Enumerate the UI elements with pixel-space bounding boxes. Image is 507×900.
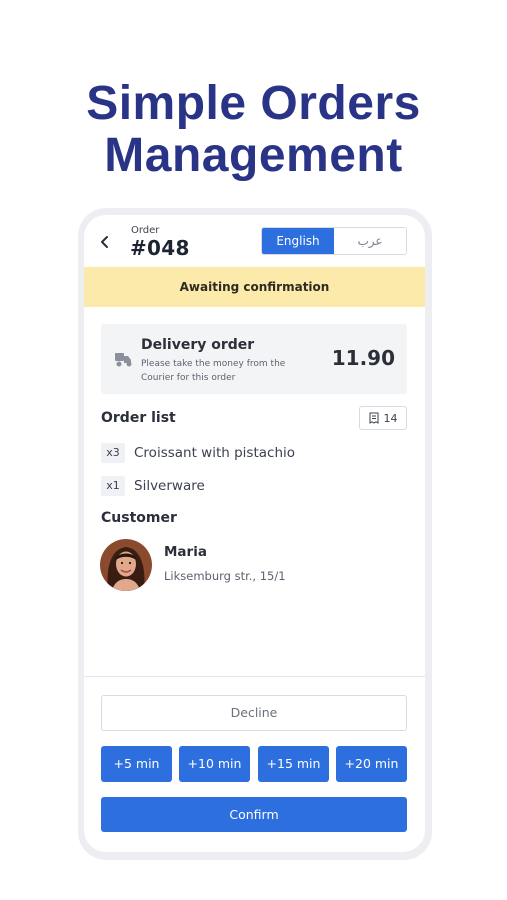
language-option-english[interactable]: English <box>262 228 334 254</box>
order-caption: Order <box>131 225 160 236</box>
item-name: Croissant with pistachio <box>134 445 296 461</box>
add-5-min-button[interactable]: +5 min <box>101 746 172 782</box>
order-item: x1 Silverware <box>101 475 205 497</box>
promo-headline: Simple Orders Management <box>0 78 507 182</box>
order-list-title: Order list <box>101 410 176 426</box>
confirm-button[interactable]: Confirm <box>101 797 407 832</box>
customer-avatar <box>100 539 152 591</box>
status-banner: Awaiting confirmation <box>84 267 425 307</box>
item-quantity: x3 <box>101 443 125 463</box>
customer-title: Customer <box>101 510 177 526</box>
decline-button[interactable]: Decline <box>101 695 407 731</box>
item-name: Silverware <box>134 478 205 494</box>
add-15-min-button[interactable]: +15 min <box>258 746 329 782</box>
customer-name: Maria <box>164 544 207 560</box>
promo-headline-line2: Management <box>104 129 403 182</box>
receipt-badge[interactable]: 14 <box>359 406 407 430</box>
add-20-min-button[interactable]: +20 min <box>336 746 407 782</box>
promo-headline-line1: Simple Orders <box>86 77 421 130</box>
customer-address: Liksemburg str., 15/1 <box>164 569 286 583</box>
language-switch: English عرب <box>261 227 407 255</box>
add-10-min-button[interactable]: +10 min <box>179 746 250 782</box>
order-screen: Order #048 English عرب Awaiting confirma… <box>84 215 425 852</box>
order-header: Order #048 English عرب <box>84 215 425 267</box>
order-amount: 11.90 <box>331 346 395 370</box>
order-item: x3 Croissant with pistachio <box>101 442 295 464</box>
courier-scooter-icon <box>114 350 134 368</box>
item-quantity: x1 <box>101 476 125 496</box>
chevron-left-icon[interactable] <box>96 231 114 253</box>
delivery-card: Delivery order Please take the money fro… <box>101 324 407 394</box>
order-number: #048 <box>130 236 190 260</box>
divider <box>84 676 425 677</box>
delivery-note: Please take the money from the Courier f… <box>141 359 286 383</box>
receipt-count: 14 <box>383 411 398 425</box>
receipt-icon <box>369 412 379 424</box>
language-option-arabic[interactable]: عرب <box>334 228 406 254</box>
delivery-title: Delivery order <box>141 337 255 353</box>
